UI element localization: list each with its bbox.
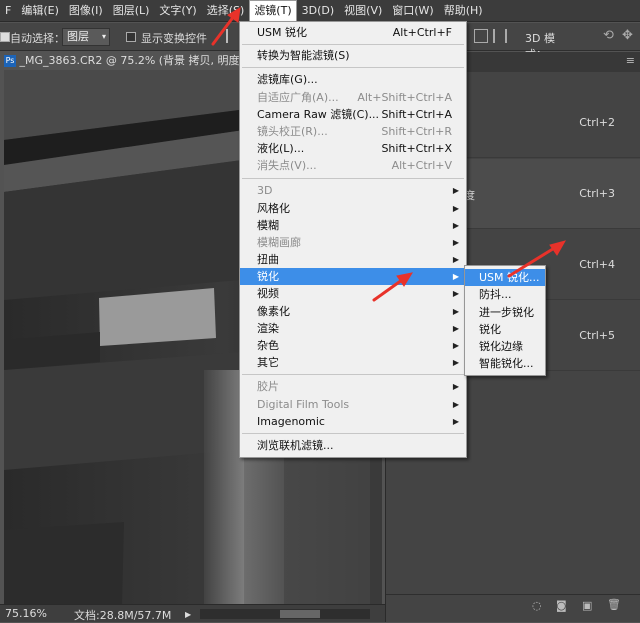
menu-select[interactable]: 选择(S) xyxy=(202,0,250,22)
menu-item-pixelate[interactable]: 像素化 ▶ xyxy=(240,303,466,320)
submenu-arrow-icon: ▶ xyxy=(452,204,459,213)
align-icon[interactable] xyxy=(226,29,238,43)
menu-item-sharpen[interactable]: 锐化 ▶ xyxy=(240,268,466,285)
horizontal-scrollbar[interactable] xyxy=(200,609,370,619)
submenu-item-sharpen-more[interactable]: 进一步锐化 xyxy=(465,304,545,321)
menu-item-camera-raw[interactable]: Camera Raw 滤镜(C)... Shift+Ctrl+A xyxy=(240,106,466,123)
auto-select-dropdown[interactable]: 图层 ▾ xyxy=(62,28,110,46)
menu-3d[interactable]: 3D(D) xyxy=(297,0,340,22)
submenu-arrow-icon: ▶ xyxy=(452,289,459,298)
trash-icon[interactable]: 🗑 xyxy=(607,598,621,611)
menu-item-blur-gallery: 模糊画廊 ▶ xyxy=(257,236,459,249)
zoom-level[interactable]: 75.16% xyxy=(5,607,47,620)
document-title: _MG_3863.CR2 @ 75.2% (背景 拷贝, 明度/8) * xyxy=(19,54,243,67)
submenu-item-sharpen[interactable]: 锐化 xyxy=(465,321,545,338)
menu-help[interactable]: 帮助(H) xyxy=(439,0,488,22)
menu-item-blur[interactable]: 模糊 ▶ xyxy=(240,217,466,234)
roll-3d-icon[interactable]: ✥ xyxy=(622,28,633,43)
menu-item-film: 胶片 ▶ xyxy=(257,380,459,393)
auto-select-label: 自动选择： xyxy=(10,32,65,45)
menu-layer[interactable]: 图层(L) xyxy=(108,0,155,22)
menu-item-digital-film-tools: Digital Film Tools ▶ xyxy=(257,398,459,411)
panel-menu-icon[interactable]: ≡ xyxy=(626,54,635,67)
menu-separator xyxy=(242,67,464,68)
submenu-arrow-icon: ▶ xyxy=(452,358,459,367)
menu-view[interactable]: 视图(V) xyxy=(339,0,387,22)
rotate-3d-icon[interactable]: ⟲ xyxy=(603,28,614,43)
submenu-arrow-icon: ▶ xyxy=(452,400,459,409)
submenu-arrow-icon: ▶ xyxy=(452,382,459,391)
menu-separator xyxy=(242,374,464,375)
menu-item-filter-gallery[interactable]: 滤镜库(G)... xyxy=(240,71,466,88)
submenu-arrow-icon: ▶ xyxy=(452,221,459,230)
sharpen-submenu: USM 锐化... 防抖... 进一步锐化 锐化 锐化边缘 智能锐化... xyxy=(464,265,546,376)
submenu-arrow-icon: ▶ xyxy=(452,255,459,264)
submenu-item-usm[interactable]: USM 锐化... xyxy=(465,269,545,286)
submenu-item-shake-reduction[interactable]: 防抖... xyxy=(465,286,545,303)
new-channel-icon[interactable]: ▣ xyxy=(582,599,592,612)
menu-type[interactable]: 文字(Y) xyxy=(154,0,201,22)
submenu-arrow-icon: ▶ xyxy=(452,238,459,247)
menu-item-lens-correction: 镜头校正(R)... Shift+Ctrl+R xyxy=(257,125,452,138)
filter-menu: USM 锐化 Alt+Ctrl+F 转换为智能滤镜(S) 滤镜库(G)... 自适… xyxy=(239,21,467,458)
ps-file-icon: Ps xyxy=(4,55,16,67)
submenu-arrow-icon: ▶ xyxy=(452,341,459,350)
menu-item-distort[interactable]: 扭曲 ▶ xyxy=(240,251,466,268)
menu-item-video[interactable]: 视频 ▶ xyxy=(240,285,466,302)
save-selection-icon[interactable]: ◙ xyxy=(556,599,567,612)
distribute-h-icon[interactable] xyxy=(493,29,507,43)
chevron-down-icon: ▾ xyxy=(101,32,106,41)
doc-size-info[interactable]: 文档:28.8M/57.7M xyxy=(74,607,171,623)
status-bar: 75.16% 文档:28.8M/57.7M ▶ xyxy=(0,604,385,622)
submenu-arrow-icon: ▶ xyxy=(452,272,459,281)
document-tab[interactable]: Ps _MG_3863.CR2 @ 75.2% (背景 拷贝, 明度/8) * xyxy=(0,52,242,70)
submenu-arrow-icon: ▶ xyxy=(452,307,459,316)
load-selection-icon[interactable]: ◌ xyxy=(532,599,542,612)
menu-item-liquify[interactable]: 液化(L)... Shift+Ctrl+X xyxy=(240,140,466,157)
submenu-item-sharpen-edges[interactable]: 锐化边缘 xyxy=(465,338,545,355)
menu-file[interactable]: F xyxy=(0,0,16,22)
menu-edit[interactable]: 编辑(E) xyxy=(16,0,64,22)
menu-item-last-filter[interactable]: USM 锐化 Alt+Ctrl+F xyxy=(240,24,466,41)
menu-item-browse-online[interactable]: 浏览联机滤镜... xyxy=(240,437,466,454)
menu-separator xyxy=(242,44,464,45)
menu-item-3d: 3D ▶ xyxy=(257,184,459,197)
menu-item-stylize[interactable]: 风格化 ▶ xyxy=(240,200,466,217)
menu-bar: F 编辑(E) 图像(I) 图层(L) 文字(Y) 选择(S) 滤镜(T) 3D… xyxy=(0,0,640,22)
menu-item-imagenomic[interactable]: Imagenomic ▶ xyxy=(240,413,466,430)
menu-separator xyxy=(242,433,464,434)
menu-item-convert-smart[interactable]: 转换为智能滤镜(S) xyxy=(240,47,466,64)
auto-select-value: 图层 xyxy=(67,30,89,43)
menu-item-adaptive-wide: 自适应广角(A)... Alt+Shift+Ctrl+A xyxy=(257,91,452,104)
scroll-thumb[interactable] xyxy=(280,610,320,618)
distribute-icon[interactable] xyxy=(474,29,488,43)
submenu-arrow-icon: ▶ xyxy=(452,417,459,426)
submenu-arrow-icon: ▶ xyxy=(452,186,459,195)
auto-select-checkbox[interactable] xyxy=(0,32,10,42)
menu-filter[interactable]: 滤镜(T) xyxy=(249,0,297,22)
status-arrow-icon[interactable]: ▶ xyxy=(185,610,191,619)
menu-separator xyxy=(242,178,464,179)
menu-item-noise[interactable]: 杂色 ▶ xyxy=(240,337,466,354)
submenu-arrow-icon: ▶ xyxy=(452,324,459,333)
menu-item-other[interactable]: 其它 ▶ xyxy=(240,354,466,371)
submenu-item-smart-sharpen[interactable]: 智能锐化... xyxy=(465,355,545,372)
show-transform-label: 显示变换控件 xyxy=(141,32,207,45)
show-transform-checkbox[interactable] xyxy=(126,32,136,42)
divider xyxy=(386,594,640,595)
menu-image[interactable]: 图像(I) xyxy=(64,0,108,22)
menu-item-vanishing-point: 消失点(V)... Alt+Ctrl+V xyxy=(257,159,452,172)
menu-window[interactable]: 窗口(W) xyxy=(387,0,438,22)
menu-item-render[interactable]: 渲染 ▶ xyxy=(240,320,466,337)
